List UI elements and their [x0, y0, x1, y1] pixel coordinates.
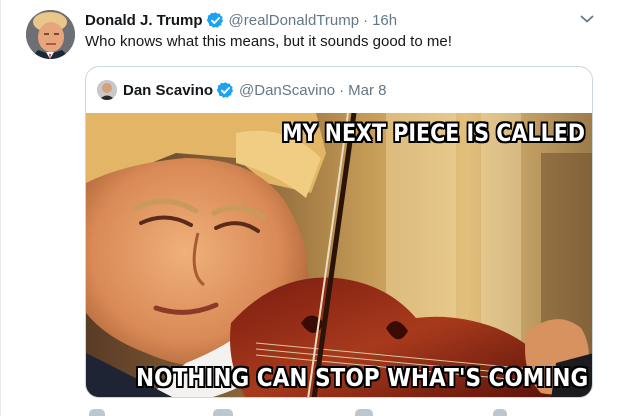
quoted-author-name[interactable]: Dan Scavino [123, 82, 213, 99]
author-name[interactable]: Donald J. Trump [85, 12, 203, 29]
verified-badge-icon [206, 11, 225, 30]
separator-dot: · [339, 81, 345, 99]
timeline-divider [0, 0, 1, 416]
quoted-tweet-date[interactable]: Mar 8 [348, 82, 386, 99]
meme-top-caption: MY NEXT PIECE IS CALLED [282, 119, 585, 147]
author-avatar[interactable] [26, 10, 75, 59]
tweet-timestamp[interactable]: 16h [372, 12, 397, 29]
share-icon[interactable] [493, 409, 507, 416]
tweet[interactable]: Donald J. Trump @realDonaldTrump · 16h W… [0, 0, 617, 416]
tweet-header: Donald J. Trump @realDonaldTrump · 16h [85, 9, 397, 31]
reply-icon[interactable] [89, 409, 105, 416]
tweet-actions-row [85, 407, 555, 416]
quoted-tweet[interactable]: Dan Scavino @DanScavino · Mar 8 MY NEXT … [85, 66, 593, 398]
separator-dot: · [363, 11, 369, 29]
author-handle[interactable]: @realDonaldTrump [229, 12, 360, 29]
meme-bottom-caption: NOTHING CAN STOP WHAT'S COMING [136, 363, 589, 392]
verified-badge-icon [216, 81, 235, 100]
quoted-tweet-header: Dan Scavino @DanScavino · Mar 8 [86, 67, 592, 113]
quoted-tweet-image[interactable]: MY NEXT PIECE IS CALLED NOTHING CAN STOP… [86, 113, 592, 397]
quoted-author-handle[interactable]: @DanScavino [239, 82, 335, 99]
like-icon[interactable] [355, 409, 373, 416]
chevron-down-icon[interactable] [578, 10, 596, 28]
tweet-text: Who knows what this means, but it sounds… [85, 33, 452, 50]
retweet-icon[interactable] [213, 409, 233, 416]
quoted-author-avatar [97, 80, 117, 100]
